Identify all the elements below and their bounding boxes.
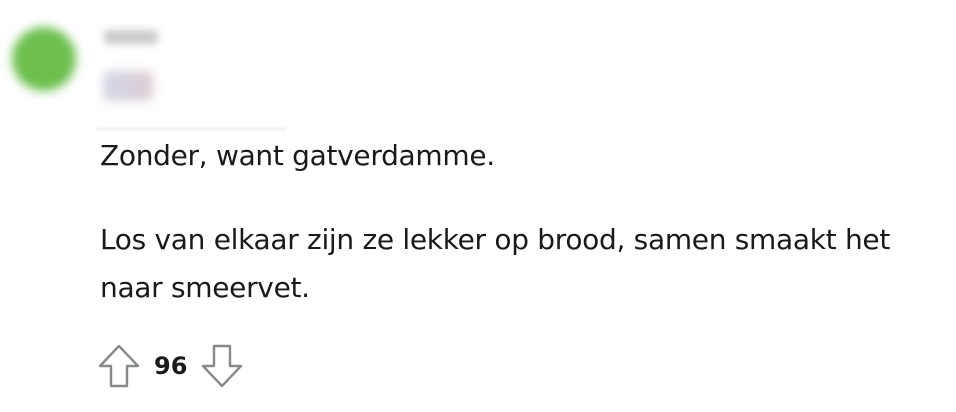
arrow-down-icon — [200, 343, 244, 389]
downvote-button[interactable] — [199, 342, 245, 390]
vote-score: 96 — [154, 352, 188, 380]
user-flair-redacted — [103, 71, 153, 101]
header-divider — [96, 128, 286, 130]
arrow-up-icon — [97, 343, 141, 389]
avatar[interactable] — [12, 27, 76, 91]
comment-paragraph: Zonder, want gatverdamme. — [100, 139, 495, 172]
upvote-button[interactable] — [96, 342, 142, 390]
username-redacted — [104, 30, 158, 44]
comment-body: Zonder, want gatverdamme. Los van elkaar… — [100, 132, 940, 348]
vote-bar: 96 — [96, 342, 245, 390]
comment-paragraph: Los van elkaar zijn ze lekker op brood, … — [100, 223, 890, 304]
